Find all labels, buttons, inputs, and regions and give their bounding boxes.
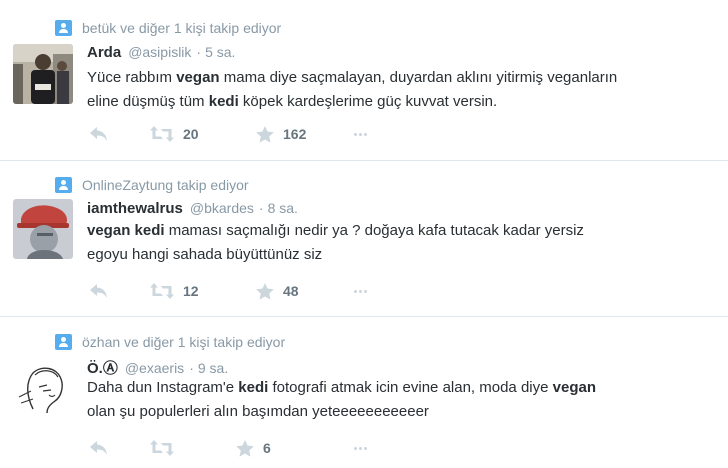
text-segment: Daha dun Instagram'e <box>87 379 239 396</box>
separator: · <box>196 44 202 60</box>
retweet-count: 20 <box>183 126 199 142</box>
tweet-text-line: vegan kedi maması saçmalığı nedir ya ? d… <box>87 219 728 243</box>
star-icon <box>256 125 274 143</box>
favorite-count: 6 <box>263 440 271 456</box>
highlighted-keyword: vegan <box>87 222 131 239</box>
reply-icon <box>89 440 109 456</box>
timestamp[interactable]: 8 sa. <box>268 200 298 216</box>
text-segment: fotografi atmak icin evine alan, moda di… <box>268 379 553 396</box>
tweet-text-line: olan şu populerleri alın başımdan yeteee… <box>87 400 728 424</box>
tweet[interactable]: betük ve diğer 1 kişi takip ediyor Arda … <box>0 0 728 161</box>
reply-icon <box>89 126 109 142</box>
favorite-button[interactable]: 162 <box>256 124 306 144</box>
reply-button[interactable] <box>89 438 109 458</box>
favorite-count: 162 <box>283 126 307 142</box>
more-dots-icon[interactable] <box>354 290 367 293</box>
reply-icon <box>89 283 109 299</box>
retweet-icon <box>150 126 174 142</box>
text-segment: eline düşmüş tüm <box>87 93 209 110</box>
fullname[interactable]: Ö.Ⓐ <box>87 357 118 378</box>
text-segment: Yüce rabbım <box>87 69 177 86</box>
more-dots-icon[interactable] <box>354 447 367 450</box>
retweet-button[interactable] <box>150 438 183 458</box>
separator: · <box>258 200 264 216</box>
tweet-text: vegan kedi maması saçmalığı nedir ya ? d… <box>87 219 728 267</box>
social-context: özhan ve diğer 1 kişi takip ediyor <box>55 333 285 351</box>
reply-button[interactable] <box>89 281 109 301</box>
highlighted-keyword: vegan <box>552 379 596 396</box>
tweet[interactable]: özhan ve diğer 1 kişi takip ediyor Ö.Ⓐ @… <box>0 317 728 468</box>
tweet-text-line: eline düşmüş tüm kedi köpek kardeşlerime… <box>87 90 728 114</box>
text-segment: maması saçmalığı nedir ya ? doğaya kafa … <box>164 222 584 239</box>
favorite-button[interactable]: 48 <box>256 281 299 301</box>
retweet-button[interactable]: 12 <box>150 281 199 301</box>
highlighted-keyword: kedi <box>208 93 239 110</box>
social-context: betük ve diğer 1 kişi takip ediyor <box>55 19 281 37</box>
tweet-text: Yüce rabbım vegan mama diye saçmalayan, … <box>87 66 728 114</box>
text-segment: mama diye saçmalayan, duyardan aklını yi… <box>219 69 618 86</box>
retweet-icon <box>150 440 174 456</box>
person-icon <box>55 334 72 350</box>
username[interactable]: @exaeris <box>125 360 184 376</box>
highlighted-keyword: kedi <box>238 379 269 396</box>
text-segment: köpek kardeşlerime güç kuvvat versin. <box>238 93 498 110</box>
fullname[interactable]: iamthewalrus <box>87 200 183 217</box>
person-icon <box>55 20 72 36</box>
social-context-text: özhan ve diğer 1 kişi takip ediyor <box>82 334 286 350</box>
timestamp[interactable]: 9 sa. <box>198 360 228 376</box>
tweet-header: Ö.Ⓐ @exaeris · 9 sa. <box>87 357 228 377</box>
tweet-text-line: egoyu hangi sahada büyüttünüz siz <box>87 243 728 267</box>
retweet-button[interactable]: 20 <box>150 124 199 144</box>
avatar[interactable] <box>13 199 73 259</box>
social-context: OnlineZaytung takip ediyor <box>55 176 249 194</box>
highlighted-keyword: kedi <box>134 222 165 239</box>
text-segment: olan şu populerleri alın başımdan yeteee… <box>87 403 429 420</box>
timestamp[interactable]: 5 sa. <box>205 44 235 60</box>
social-context-text: betük ve diğer 1 kişi takip ediyor <box>82 20 282 36</box>
text-segment: egoyu hangi sahada büyüttünüz siz <box>87 246 323 263</box>
favorite-count: 48 <box>283 283 299 299</box>
tweet-text-line: Daha dun Instagram'e kedi fotografi atma… <box>87 376 728 400</box>
tweet-header: iamthewalrus @bkardes · 8 sa. <box>87 200 298 220</box>
favorite-button[interactable]: 6 <box>236 438 271 458</box>
star-icon <box>256 282 274 300</box>
retweet-icon <box>150 283 174 299</box>
separator: · <box>189 360 194 376</box>
star-icon <box>236 439 254 457</box>
person-icon <box>55 177 72 193</box>
fullname[interactable]: Arda <box>87 44 121 61</box>
reply-button[interactable] <box>89 124 109 144</box>
tweet-header: Arda @asipislik · 5 sa. <box>87 44 235 64</box>
username[interactable]: @asipislik <box>128 44 191 60</box>
tweet-text-line: Yüce rabbım vegan mama diye saçmalayan, … <box>87 66 728 90</box>
more-dots-icon[interactable] <box>354 133 367 136</box>
highlighted-keyword: vegan <box>176 69 220 86</box>
avatar[interactable] <box>13 357 73 417</box>
avatar[interactable] <box>13 44 73 104</box>
retweet-count: 12 <box>183 283 199 299</box>
social-context-text: OnlineZaytung takip ediyor <box>82 177 249 193</box>
username[interactable]: @bkardes <box>190 200 254 216</box>
tweet[interactable]: OnlineZaytung takip ediyor iamthewalrus … <box>0 161 728 317</box>
tweet-text: Daha dun Instagram'e kedi fotografi atma… <box>87 376 728 424</box>
